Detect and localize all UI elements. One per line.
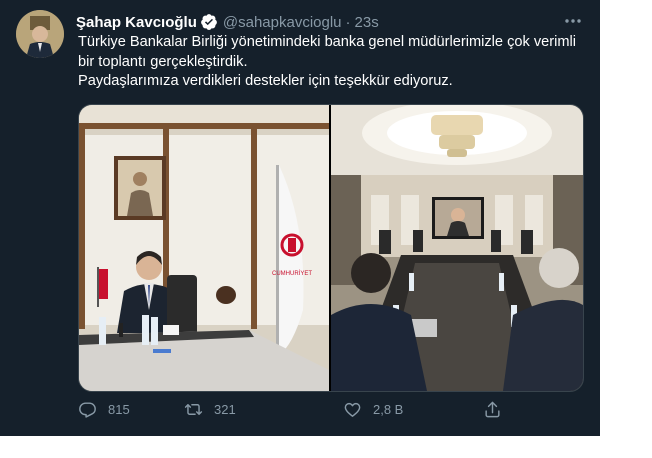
like-count: 2,8 B — [373, 402, 404, 417]
reply-count: 815 — [108, 402, 130, 417]
tweet-card: Şahap Kavcıoğlu @sahapkavcioglu · 23s Tü… — [0, 0, 600, 436]
user-handle[interactable]: @sahapkavcioglu — [223, 14, 342, 31]
tweet-text-line-1: Türkiye Bankalar Birliği yönetimindeki b… — [78, 34, 577, 70]
retweet-button[interactable]: 321 — [184, 400, 236, 419]
reply-button[interactable]: 815 — [78, 400, 130, 419]
like-button[interactable]: 2,8 B — [343, 400, 403, 419]
tweet-text: Türkiye Bankalar Birliği yönetimindeki b… — [78, 33, 583, 92]
display-name[interactable]: Şahap Kavcıoğlu — [76, 14, 197, 31]
tweet-media: CUMHURİYET — [78, 104, 584, 392]
tweet-header: Şahap Kavcıoğlu @sahapkavcioglu · 23s — [76, 12, 584, 32]
share-button[interactable] — [483, 400, 513, 419]
more-dots-icon[interactable] — [562, 10, 584, 32]
retweet-count: 321 — [214, 402, 236, 417]
reply-icon — [79, 402, 96, 418]
timestamp[interactable]: 23s — [355, 14, 379, 31]
separator-dot: · — [345, 13, 351, 31]
tweet-actions: 815 321 2,8 B — [78, 400, 518, 424]
svg-text:CUMHURİYET: CUMHURİYET — [272, 270, 312, 277]
media-photo-right[interactable] — [331, 105, 583, 391]
tweet-text-line-2: Paydaşlarımıza verdikleri destekler için… — [78, 73, 453, 89]
media-photo-left[interactable]: CUMHURİYET — [79, 105, 329, 391]
retweet-icon — [184, 404, 203, 415]
heart-icon — [344, 402, 361, 417]
verified-badge-icon — [200, 13, 218, 31]
avatar[interactable] — [16, 10, 64, 58]
share-icon — [485, 401, 500, 418]
